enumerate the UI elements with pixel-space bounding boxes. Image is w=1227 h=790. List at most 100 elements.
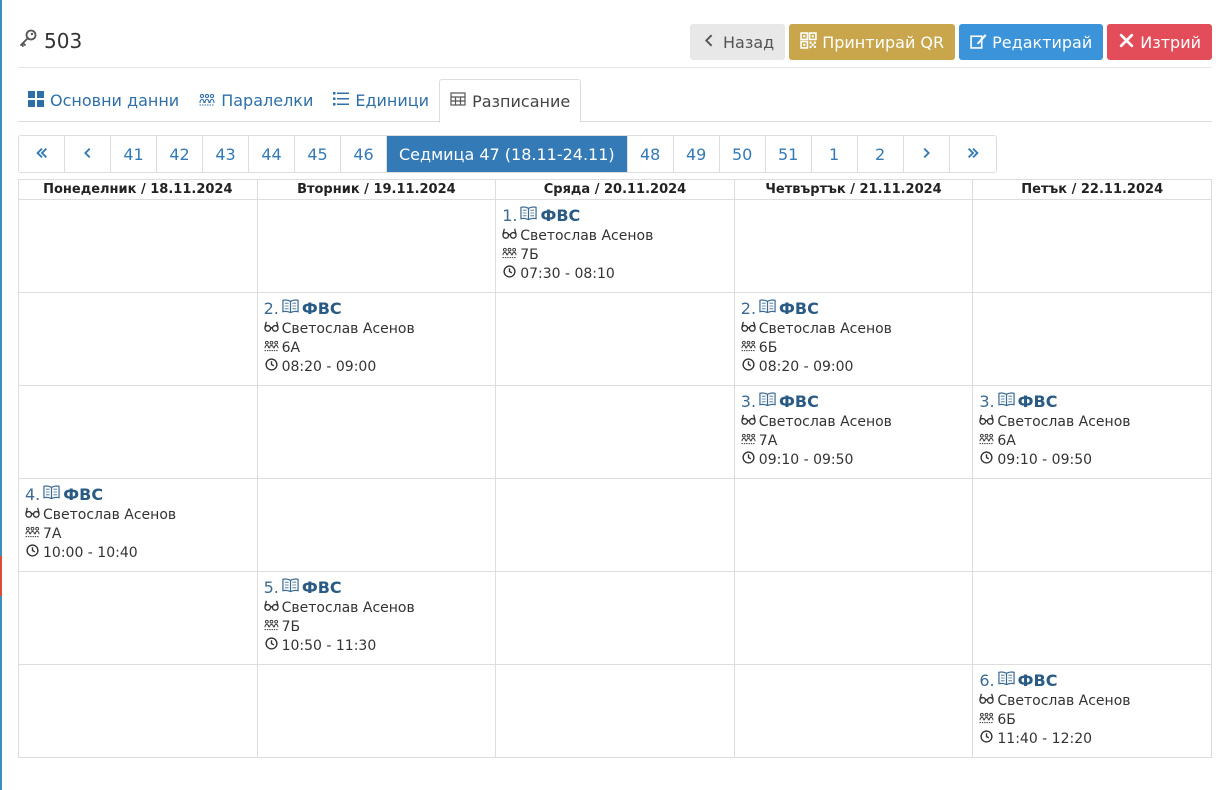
lesson-class: 7А — [741, 432, 967, 451]
lesson-entry[interactable]: 6. ФВС Светослав Асенов 6Б 11:40 - 12:20 — [979, 670, 1205, 749]
pager-week[interactable]: 2 — [857, 136, 904, 172]
lesson-header: 5. ФВС — [264, 577, 490, 597]
delete-button[interactable]: Изтрий — [1107, 24, 1212, 60]
book-icon — [520, 205, 538, 225]
lesson-subject[interactable]: ФВС — [1018, 671, 1058, 690]
pager-week[interactable]: 50 — [719, 136, 766, 172]
day-header: Вторник / 19.11.2024 — [256, 179, 497, 200]
time-range: 11:40 - 12:20 — [997, 731, 1093, 747]
pager-prev[interactable] — [65, 136, 111, 172]
teacher-name: Светослав Асенов — [997, 414, 1131, 430]
clock-icon — [979, 730, 994, 749]
schedule-cell: 1. ФВС Светослав Асенов 7Б 07:30 - 08:10 — [495, 199, 735, 293]
tab-bar: Основни данни Паралелки Единици Разписан… — [18, 79, 1212, 123]
lesson-entry[interactable]: 2. ФВС Светослав Асенов 6А 08:20 - 09:00 — [264, 298, 490, 377]
lesson-subject[interactable]: ФВС — [302, 578, 342, 597]
pager-week[interactable]: 41 — [111, 136, 157, 172]
lesson-teacher: Светослав Асенов — [263, 599, 490, 618]
pager-week[interactable]: 49 — [673, 136, 720, 172]
pager-week[interactable]: 43 — [203, 136, 249, 172]
glasses-icon — [502, 227, 517, 246]
lesson-number: 3. — [979, 391, 995, 411]
edit-button[interactable]: Редактирай — [959, 24, 1104, 60]
pager-first[interactable] — [19, 136, 65, 172]
lesson-class: 7Б — [502, 246, 728, 265]
book-icon — [43, 484, 60, 504]
schedule-row: 1. ФВС Светослав Асенов 7Б 07:30 - 08:10 — [18, 199, 1212, 293]
pager-week[interactable]: 48 — [627, 136, 674, 172]
book-icon — [997, 670, 1015, 690]
lesson-teacher: Светослав Асенов — [741, 413, 967, 432]
pager-week[interactable]: 42 — [157, 136, 203, 172]
pager-week[interactable]: 1 — [811, 136, 858, 172]
lesson-entry[interactable]: 3. ФВС Светослав Асенов 7А 09:10 - 09:50 — [741, 391, 967, 470]
lesson-entry[interactable]: 2. ФВС Светослав Асенов 6Б 08:20 - 09:00 — [741, 298, 967, 377]
day-header: Сряда / 20.11.2024 — [495, 179, 735, 200]
lesson-subject[interactable]: ФВС — [779, 299, 819, 318]
pager-current-week[interactable]: Седмица 47 (18.11-24.11) — [387, 136, 628, 172]
edit-label: Редактирай — [992, 32, 1093, 52]
lesson-entry[interactable]: 1. ФВС Светослав Асенов 7Б 07:30 - 08:10 — [502, 205, 728, 284]
lesson-teacher: Светослав Асенов — [502, 227, 728, 246]
double-chevron-left-icon — [35, 145, 49, 164]
lesson-class: 6А — [979, 432, 1205, 451]
lesson-entry[interactable]: 3. ФВС Светослав Асенов 6А 09:10 - 09:50 — [979, 391, 1205, 470]
lesson-subject[interactable]: ФВС — [63, 485, 103, 504]
tab-schedule[interactable]: Разписание — [439, 79, 582, 123]
glasses-icon — [979, 692, 995, 711]
day-header: Четвъртък / 21.11.2024 — [733, 179, 974, 200]
pager-last[interactable] — [949, 136, 996, 172]
chevron-right-icon — [919, 145, 933, 164]
time-range: 08:20 - 09:00 — [281, 359, 377, 375]
back-button[interactable]: Назад — [690, 24, 786, 60]
schedule-cell — [18, 292, 258, 386]
pager-week[interactable]: 45 — [295, 136, 341, 172]
book-icon — [282, 577, 299, 597]
pager-week[interactable]: 46 — [341, 136, 387, 172]
clock-icon — [741, 451, 756, 470]
clock-icon — [979, 451, 994, 470]
schedule-cell — [18, 199, 258, 293]
group-icon — [264, 618, 279, 637]
close-icon — [1118, 32, 1135, 53]
lesson-teacher: Светослав Асенов — [979, 692, 1205, 711]
pager-next[interactable] — [903, 136, 950, 172]
lesson-subject[interactable]: ФВС — [779, 392, 819, 411]
tab-label: Единици — [355, 91, 430, 110]
time-range: 10:50 - 11:30 — [281, 638, 377, 654]
book-icon — [759, 391, 776, 411]
group-icon — [979, 711, 994, 730]
pager-week[interactable]: 51 — [765, 136, 812, 172]
class-name: 6Б — [997, 712, 1016, 728]
tab-units[interactable]: Единици — [323, 79, 439, 122]
lesson-class: 6А — [264, 339, 490, 358]
time-range: 09:10 - 09:50 — [758, 452, 854, 468]
lesson-class: 6Б — [979, 711, 1205, 730]
schedule-cell — [733, 199, 974, 293]
glasses-icon — [263, 599, 279, 618]
lesson-class: 7А — [25, 525, 251, 544]
pager-week[interactable]: 44 — [249, 136, 295, 172]
lesson-subject[interactable]: ФВС — [302, 299, 342, 318]
teacher-name: Светослав Асенов — [281, 321, 415, 337]
table-icon — [450, 91, 466, 111]
tab-classes[interactable]: Паралелки — [189, 79, 323, 122]
glasses-icon — [741, 413, 756, 432]
lesson-time: 10:00 - 10:40 — [25, 544, 251, 563]
time-range: 09:10 - 09:50 — [997, 452, 1093, 468]
lesson-entry[interactable]: 4. ФВС Светослав Асенов 7А 10:00 - 10:40 — [25, 484, 251, 563]
tab-basic-data[interactable]: Основни данни — [18, 79, 189, 122]
lesson-number: 4. — [25, 484, 41, 504]
lesson-entry[interactable]: 5. ФВС Светослав Асенов 7Б 10:50 - 11:30 — [264, 577, 490, 656]
schedule-cell: 2. ФВС Светослав Асенов 6Б 08:20 - 09:00 — [733, 292, 974, 386]
lesson-subject[interactable]: ФВС — [1018, 392, 1058, 411]
print-qr-button[interactable]: Принтирай QR — [789, 24, 956, 60]
lesson-time: 11:40 - 12:20 — [979, 730, 1205, 749]
schedule-cell — [733, 478, 974, 572]
lesson-header: 6. ФВС — [979, 670, 1205, 690]
schedule-cell — [733, 664, 974, 758]
lesson-subject[interactable]: ФВС — [540, 206, 580, 225]
schedule-cell — [256, 478, 497, 572]
print-qr-label: Принтирай QR — [822, 32, 945, 52]
header-actions: Назад Принтирай QR Редактирай Изтрий — [690, 24, 1212, 60]
